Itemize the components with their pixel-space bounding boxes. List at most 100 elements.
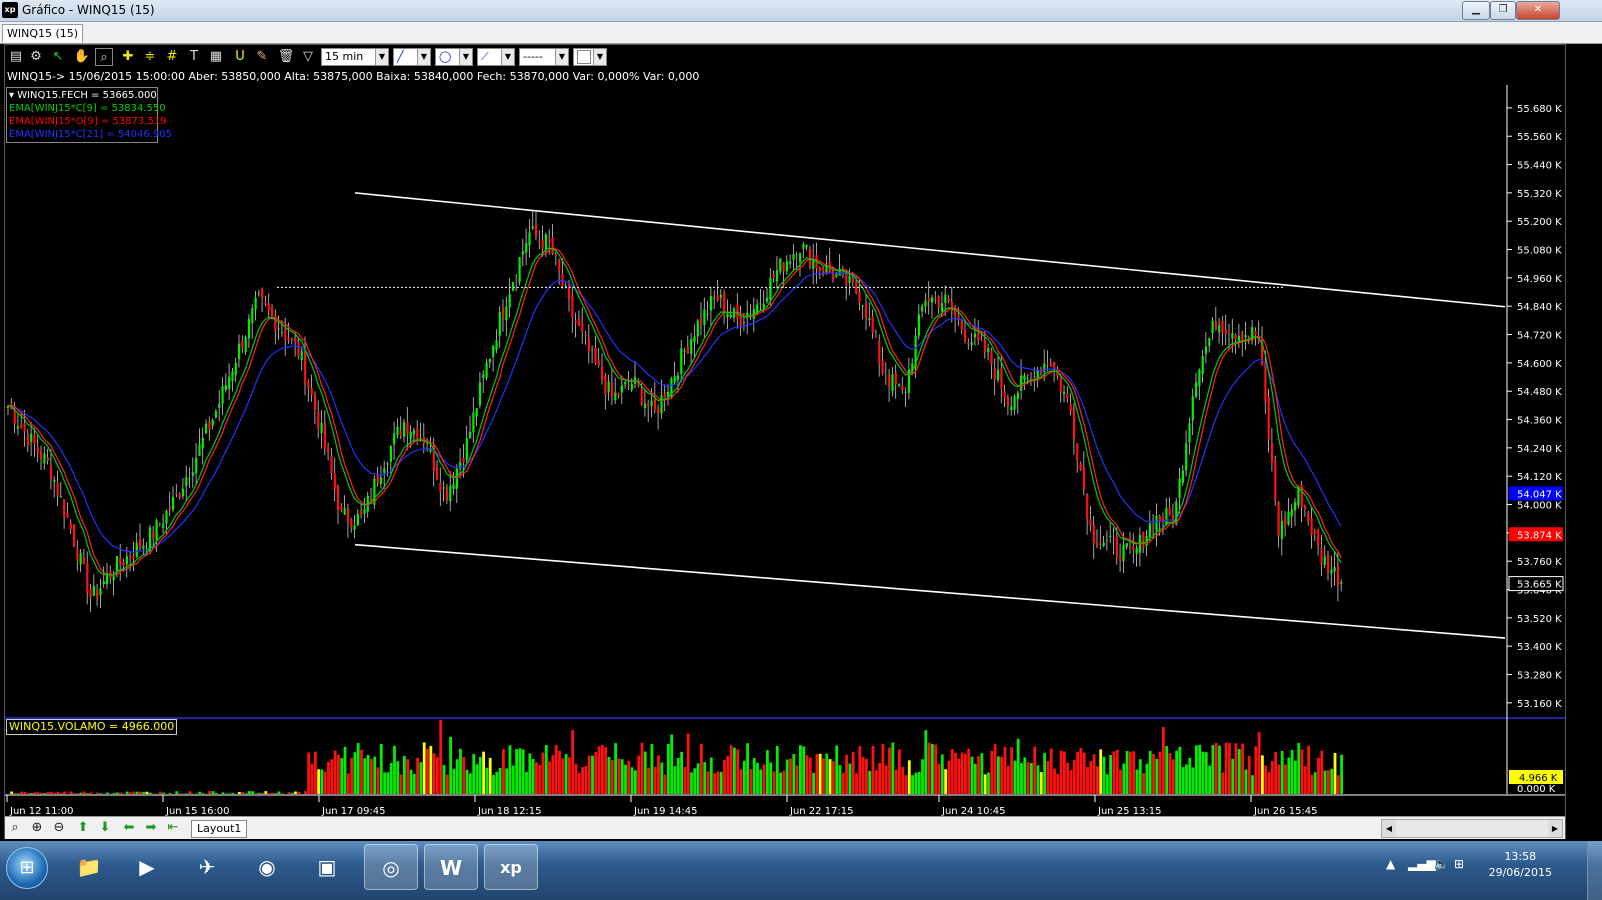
start-button[interactable]: ⊞ <box>6 847 48 889</box>
word-taskbar-icon[interactable]: W <box>424 844 478 890</box>
layout-tab[interactable]: Layout1 <box>191 820 248 838</box>
windows-flag-icon[interactable]: ⊞ <box>1454 857 1464 871</box>
candle-body <box>129 555 132 558</box>
candle-body <box>76 549 79 561</box>
candle-body <box>445 487 449 501</box>
candle-body <box>1010 406 1013 410</box>
candle-body <box>891 374 894 392</box>
volume-bar <box>574 763 578 794</box>
volume-bar <box>855 773 858 794</box>
volume-bar <box>1244 769 1248 794</box>
candle-body <box>214 411 218 417</box>
arrow-end-icon[interactable]: ⇤ <box>165 820 181 836</box>
volume-bar <box>1287 757 1291 794</box>
candle-body <box>528 232 531 246</box>
volume-bar <box>370 758 373 794</box>
candle-body <box>389 446 392 462</box>
volume-bar <box>660 762 664 794</box>
show-hidden-icons-icon[interactable]: ▲ <box>1386 857 1395 871</box>
volume-bar <box>950 748 954 794</box>
candle-body <box>33 434 36 445</box>
maximize-button[interactable]: ❐ <box>1490 1 1516 20</box>
xp-app-taskbar-icon[interactable]: xp <box>484 844 538 890</box>
candle-body <box>152 530 155 539</box>
candle-body <box>498 311 501 336</box>
volume-bar <box>643 751 647 794</box>
zoom-in-icon[interactable]: ⊕ <box>29 820 45 836</box>
candle-body <box>716 295 719 301</box>
horizontal-scrollbar[interactable]: ◀ ▶ <box>1381 819 1563 838</box>
candle-body <box>785 261 788 272</box>
volume-bar <box>445 774 449 794</box>
candle-body <box>294 338 297 343</box>
volume-bar <box>924 730 928 794</box>
zoom-reset-icon[interactable]: ⊖ <box>51 820 67 836</box>
candle-body <box>224 385 227 390</box>
hp-app-taskbar-icon[interactable]: ◉ <box>240 844 294 890</box>
volume-bar <box>538 764 542 794</box>
minimize-button[interactable]: ▁ <box>1462 1 1490 20</box>
candle-body <box>1277 501 1280 537</box>
arrow-down-icon[interactable]: ⬇ <box>97 820 113 836</box>
volume-bar <box>696 763 700 794</box>
candle-body <box>106 573 109 585</box>
candle-body <box>571 295 574 317</box>
arrow-left-icon[interactable]: ⬅ <box>121 820 137 836</box>
arrow-right-icon[interactable]: ➡ <box>143 820 159 836</box>
arrow-up-icon[interactable]: ⬆ <box>75 820 91 836</box>
scroll-right-arrow-icon[interactable]: ▶ <box>1548 820 1562 837</box>
show-desktop-button[interactable] <box>1587 841 1602 900</box>
volume-icon[interactable]: 🔈 <box>1434 857 1449 871</box>
candle-body <box>172 496 175 510</box>
volume-bar <box>59 792 63 794</box>
volume-bar <box>647 767 650 794</box>
candle-body <box>881 360 884 374</box>
candle-body <box>1105 539 1109 541</box>
volume-bar <box>1247 756 1251 794</box>
candle-body <box>848 275 851 283</box>
close-button[interactable]: ✕ <box>1516 1 1560 20</box>
network-tool-taskbar-icon[interactable]: ✈ <box>180 844 234 890</box>
candle-body <box>1181 470 1184 483</box>
candle-body <box>66 513 69 518</box>
volume-bar <box>1026 762 1030 794</box>
zoom-out-icon[interactable]: ⌕ <box>7 820 23 836</box>
volume-bar <box>1056 773 1060 794</box>
y-tick-label: 54.120 K <box>1517 472 1562 483</box>
volume-bar <box>422 742 426 794</box>
volume-bar <box>106 792 109 794</box>
signal-icon[interactable]: ▂▄▆ <box>1408 857 1436 871</box>
volume-bar <box>630 767 634 794</box>
volume-bar <box>521 749 525 794</box>
candle-body <box>960 320 963 330</box>
chrome-taskbar-icon[interactable]: ◎ <box>364 844 418 890</box>
volume-bar <box>723 760 726 794</box>
candle-body <box>1155 515 1158 531</box>
taskbar-clock[interactable]: 13:58 29/06/2015 <box>1489 849 1552 881</box>
price-chart[interactable]: 55.680 K 55.560 K 55.440 K 55.320 K 55.200 K… <box>5 45 1565 816</box>
scroll-left-arrow-icon[interactable]: ◀ <box>1382 820 1396 837</box>
volume-bar <box>1284 764 1287 794</box>
volume-bar <box>1162 726 1165 794</box>
candle-body <box>1148 523 1151 537</box>
tab-winq15[interactable]: WINQ15 (15) <box>2 24 84 42</box>
volume-bar <box>208 791 212 794</box>
volume-bar <box>1224 742 1228 794</box>
volume-bar <box>703 762 707 794</box>
candle-body <box>997 369 1000 380</box>
archive-app-taskbar-icon[interactable]: ▣ <box>300 844 354 890</box>
candle-body <box>505 306 508 321</box>
candle-body <box>1006 397 1010 407</box>
candle-body <box>297 341 300 357</box>
candle-body <box>49 465 53 480</box>
media-player-taskbar-icon[interactable]: ▶ <box>120 844 174 890</box>
candle-body <box>558 259 561 272</box>
volume-bar <box>188 791 192 794</box>
candle-body <box>168 507 171 510</box>
volume-bar <box>947 760 951 794</box>
file-explorer-taskbar-icon[interactable]: 📁 <box>62 844 116 890</box>
candle-body <box>792 254 795 261</box>
candle-body <box>1076 443 1079 461</box>
volume-bar <box>1109 754 1112 794</box>
volume-bar <box>495 771 499 794</box>
